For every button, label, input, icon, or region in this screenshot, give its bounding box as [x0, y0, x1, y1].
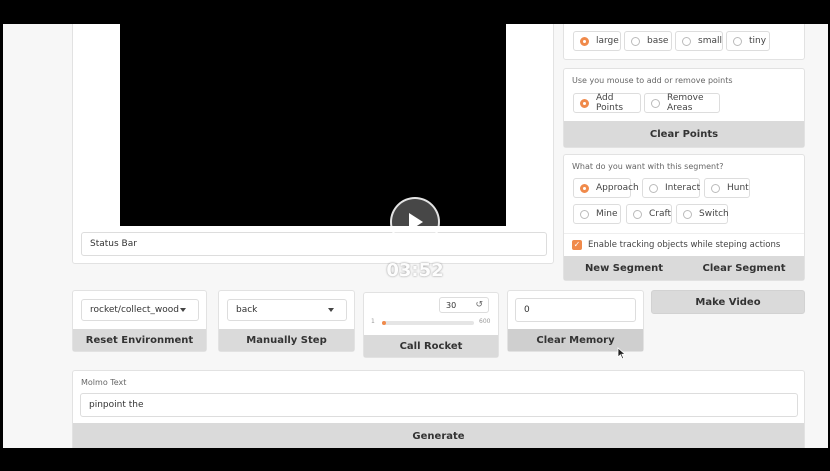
video-timestamp: 03:52 [386, 260, 444, 281]
memory-value: 0 [524, 305, 530, 315]
model-size-option-small[interactable]: small [675, 31, 723, 51]
environment-value: rocket/collect_wood [90, 305, 180, 315]
radio-dot [733, 36, 742, 46]
play-icon [409, 213, 423, 231]
points-label: Use you mouse to add or remove points [572, 76, 733, 85]
step-value: back [236, 305, 258, 315]
radio-label: Switch [699, 209, 729, 219]
status-bar: Status Bar [81, 232, 547, 256]
radio-label: Approach [596, 183, 639, 193]
radio-label: Add Points [596, 93, 624, 113]
rocket-number-value: 30 [446, 300, 457, 310]
model-size-option-tiny[interactable]: tiny [726, 31, 770, 51]
slider-fill [382, 321, 386, 325]
play-button[interactable] [390, 197, 440, 247]
segment-action-panel: What do you want with this segment? Appr… [563, 154, 805, 281]
radio-label: large [596, 36, 619, 46]
radio-dot [631, 36, 640, 46]
rocket-slider[interactable] [382, 321, 474, 325]
segment-option-hunt[interactable]: Hunt [704, 178, 750, 198]
radio-dot [580, 183, 589, 193]
tracking-row: ✓ Enable tracking objects while steping … [564, 233, 804, 255]
app-screen: Status Bar large base small tiny Use you mo… [3, 24, 828, 448]
segment-option-approach[interactable]: Approach [573, 178, 639, 198]
rocket-panel: 30 ↺ 1 600 Call Rocket [363, 292, 499, 358]
slider-min-label: 1 [371, 318, 375, 325]
status-bar-text: Status Bar [90, 239, 137, 249]
step-panel: back Manually Step [218, 290, 355, 352]
clear-segment-button[interactable]: Clear Segment [684, 256, 804, 280]
radio-label: small [698, 36, 722, 46]
points-option-add-points[interactable]: Add Points [573, 93, 641, 113]
image-panel: Status Bar [72, 24, 554, 264]
environment-panel: rocket/collect_wood Reset Environment [72, 290, 207, 352]
radio-dot [711, 183, 720, 193]
radio-label: Mine [596, 209, 618, 219]
environment-dropdown[interactable]: rocket/collect_wood [81, 299, 199, 321]
radio-label: Craft [649, 209, 672, 219]
molmo-panel: Molmo Text pinpoint the Generate [72, 370, 805, 448]
segment-option-mine[interactable]: Mine [573, 204, 621, 224]
call-rocket-button[interactable]: Call Rocket [364, 335, 498, 357]
points-panel: Use you mouse to add or remove points Ad… [563, 68, 805, 148]
tracking-checkbox[interactable]: ✓ [572, 239, 582, 250]
slider-max-label: 600 [479, 318, 491, 325]
generate-button[interactable]: Generate [73, 423, 804, 448]
memory-panel: 0 Clear Memory [507, 290, 644, 352]
image-canvas[interactable] [120, 24, 506, 226]
radio-dot [682, 36, 691, 46]
step-dropdown[interactable]: back [227, 299, 347, 321]
reset-icon[interactable]: ↺ [475, 300, 483, 310]
radio-dot [651, 98, 660, 108]
make-video-button[interactable]: Make Video [651, 290, 805, 314]
radio-dot [683, 209, 692, 219]
radio-label: Interact [665, 183, 701, 193]
radio-dot [633, 209, 642, 219]
points-option-remove-areas[interactable]: Remove Areas [644, 93, 720, 113]
radio-dot [580, 98, 589, 108]
manually-step-button[interactable]: Manually Step [219, 329, 354, 351]
radio-label: Hunt [727, 183, 749, 193]
model-size-panel: large base small tiny [563, 24, 805, 60]
radio-dot [649, 183, 658, 193]
radio-label: tiny [749, 36, 767, 46]
molmo-text-input[interactable]: pinpoint the [80, 393, 798, 417]
molmo-text-value: pinpoint the [89, 400, 144, 410]
memory-input[interactable]: 0 [515, 298, 636, 322]
radio-dot [580, 36, 589, 46]
mouse-cursor [617, 347, 627, 363]
radio-label: base [647, 36, 669, 46]
new-segment-button[interactable]: New Segment [564, 256, 684, 280]
reset-environment-button[interactable]: Reset Environment [73, 329, 206, 351]
segment-option-interact[interactable]: Interact [642, 178, 700, 198]
clear-points-button[interactable]: Clear Points [564, 121, 804, 147]
model-size-option-large[interactable]: large [573, 31, 621, 51]
chevron-down-icon [180, 308, 186, 312]
segment-option-craft[interactable]: Craft [626, 204, 672, 224]
model-size-option-base[interactable]: base [624, 31, 672, 51]
segment-option-switch[interactable]: Switch [676, 204, 729, 224]
rocket-number-input[interactable]: 30 ↺ [439, 297, 489, 313]
radio-dot [580, 209, 589, 219]
video-player-frame: Status Bar large base small tiny Use you mo… [3, 3, 828, 467]
radio-label: Remove Areas [667, 93, 704, 113]
tracking-label: Enable tracking objects while steping ac… [588, 239, 781, 250]
chevron-down-icon [328, 308, 334, 312]
molmo-label: Molmo Text [81, 378, 127, 387]
segment-action-label: What do you want with this segment? [572, 162, 724, 171]
